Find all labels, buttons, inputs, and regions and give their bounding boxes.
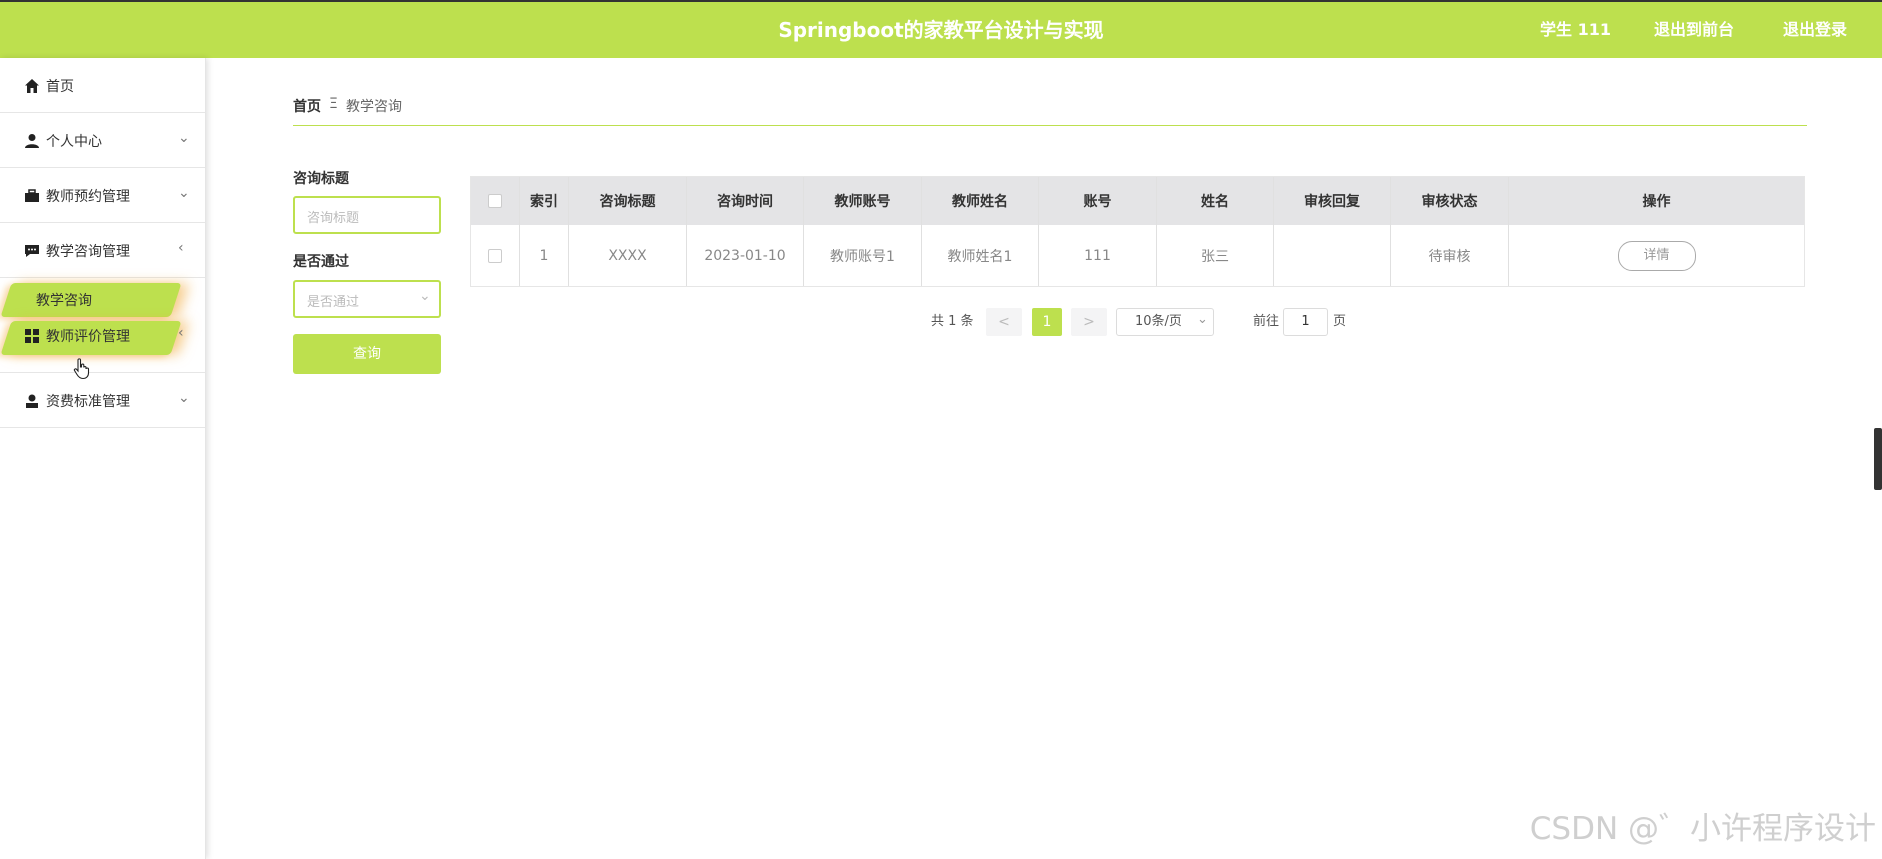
cell-account: 111 bbox=[1039, 225, 1157, 286]
select-all-checkbox[interactable] bbox=[488, 194, 502, 208]
sidebar-item-label: 个人中心 bbox=[46, 134, 102, 150]
sidebar-item-label: 教师评价管理 bbox=[46, 329, 130, 345]
column-header: 操作 bbox=[1642, 194, 1671, 210]
sidebar-item-personal-center[interactable]: 个人中心 ⌄ bbox=[0, 113, 205, 168]
cell-time: 2023-01-10 bbox=[687, 225, 804, 286]
sidebar-item-home[interactable]: 首页 bbox=[0, 58, 205, 113]
chevron-down-icon: ⌄ bbox=[178, 185, 190, 201]
breadcrumb-current: 教学咨询 bbox=[346, 99, 402, 115]
page-suffix: 页 bbox=[1333, 314, 1347, 329]
goto-page-input[interactable]: 1 bbox=[1283, 308, 1328, 336]
query-button[interactable]: 查询 bbox=[293, 334, 441, 374]
sidebar-item-label: 资费标准管理 bbox=[46, 394, 130, 410]
exit-to-front-link[interactable]: 退出到前台 bbox=[1654, 2, 1734, 58]
page-number-button[interactable]: 1 bbox=[1032, 308, 1062, 336]
sidebar: 首页 个人中心 ⌄ 教师预约管理 ⌄ 教学咨询管理 ‹ 教学咨询 教师评价管理 … bbox=[0, 58, 206, 859]
chevron-left-icon: ‹ bbox=[178, 240, 184, 256]
page-size-select[interactable]: 10条/页 ⌄ bbox=[1116, 308, 1214, 336]
column-header: 索引 bbox=[520, 177, 569, 225]
cell-name: 张三 bbox=[1157, 225, 1274, 286]
logout-link[interactable]: 退出登录 bbox=[1783, 2, 1847, 58]
breadcrumb-home[interactable]: 首页 bbox=[293, 96, 321, 116]
row-checkbox-cell bbox=[471, 225, 520, 286]
cell-actions: 详情 bbox=[1509, 225, 1804, 286]
grid-icon bbox=[25, 329, 39, 343]
sidebar-item-teacher-appointment[interactable]: 教师预约管理 ⌄ bbox=[0, 168, 205, 223]
pass-select[interactable]: 是否通过 ⌄ bbox=[293, 280, 441, 318]
sidebar-item-teacher-evaluation[interactable]: 教师评价管理 ‹ bbox=[0, 318, 205, 380]
cell-teacher-name: 教师姓名1 bbox=[922, 225, 1039, 286]
title-input[interactable]: 咨询标题 bbox=[293, 196, 441, 234]
cell-index: 1 bbox=[520, 225, 569, 286]
column-header: 姓名 bbox=[1157, 177, 1274, 225]
column-header: 教师姓名 bbox=[922, 177, 1039, 225]
user-icon bbox=[26, 394, 38, 408]
home-icon bbox=[25, 79, 39, 93]
row-checkbox[interactable] bbox=[488, 248, 502, 263]
cell-reply bbox=[1274, 225, 1391, 286]
column-header: 审核回复 bbox=[1274, 177, 1391, 225]
detail-button[interactable]: 详情 bbox=[1617, 240, 1696, 271]
top-bar: Springboot的家教平台设计与实现 学生 111 退出到前台 退出登录 bbox=[0, 0, 1882, 58]
sidebar-subitem-teaching-consult[interactable]: 教学咨询 bbox=[0, 278, 205, 318]
breadcrumb-divider bbox=[293, 125, 1807, 126]
title-input-placeholder: 咨询标题 bbox=[307, 211, 360, 226]
chevron-down-icon: ⌄ bbox=[1197, 312, 1208, 327]
table-row: 1 XXXX 2023-01-10 教师账号1 教师姓名1 111 张三 待审核… bbox=[471, 225, 1804, 286]
breadcrumb-separator: Ξ bbox=[329, 96, 338, 112]
column-header: 教师账号 bbox=[804, 177, 922, 225]
sidebar-item-label: 首页 bbox=[46, 79, 74, 95]
cell-teacher-account: 教师账号1 bbox=[804, 225, 922, 286]
column-header: 审核状态 bbox=[1391, 177, 1509, 225]
sidebar-item-label: 教师预约管理 bbox=[46, 189, 130, 205]
chevron-down-icon: ⌄ bbox=[178, 130, 190, 146]
cell-title: XXXX bbox=[569, 225, 687, 286]
sidebar-item-label: 教学咨询 bbox=[36, 293, 92, 309]
chevron-left-icon: ‹ bbox=[178, 325, 184, 341]
column-header: 咨询时间 bbox=[687, 177, 804, 225]
sidebar-item-label: 教学咨询管理 bbox=[46, 244, 130, 260]
consult-table: 索引 咨询标题 咨询时间 教师账号 教师姓名 账号 姓名 审核回复 审核状态 操… bbox=[470, 176, 1805, 287]
sidebar-item-teaching-consult-mgmt[interactable]: 教学咨询管理 ‹ bbox=[0, 223, 205, 278]
pass-select-placeholder: 是否通过 bbox=[307, 295, 360, 310]
title-label: 咨询标题 bbox=[293, 171, 349, 187]
next-page-button[interactable]: > bbox=[1071, 308, 1107, 336]
column-header: 账号 bbox=[1039, 177, 1157, 225]
briefcase-icon bbox=[25, 189, 39, 202]
watermark: CSDN @゛小许程序设计 bbox=[1529, 811, 1876, 847]
prev-page-button[interactable]: < bbox=[986, 308, 1022, 336]
chevron-down-icon: ⌄ bbox=[178, 390, 190, 406]
header-checkbox-cell bbox=[471, 177, 520, 225]
table-header: 索引 咨询标题 咨询时间 教师账号 教师姓名 账号 姓名 审核回复 审核状态 操… bbox=[471, 177, 1804, 225]
chat-icon bbox=[25, 245, 39, 257]
column-header: 咨询标题 bbox=[569, 177, 687, 225]
cell-status: 待审核 bbox=[1391, 225, 1509, 286]
chevron-down-icon: ⌄ bbox=[419, 288, 431, 304]
pass-label: 是否通过 bbox=[293, 254, 349, 270]
sidebar-item-fee-standard[interactable]: 资费标准管理 ⌄ bbox=[0, 373, 205, 428]
person-icon bbox=[25, 134, 39, 148]
user-label[interactable]: 学生 111 bbox=[1540, 2, 1611, 58]
scrollbar-handle[interactable] bbox=[1874, 428, 1882, 490]
total-count: 共 1 条 bbox=[931, 314, 974, 329]
goto-label: 前往 bbox=[1253, 314, 1280, 329]
page-size-value: 10条/页 bbox=[1135, 314, 1182, 329]
